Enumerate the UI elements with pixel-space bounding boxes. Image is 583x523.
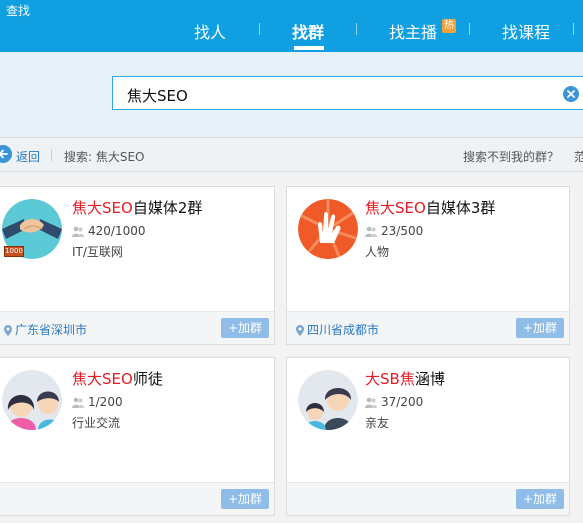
group-card[interactable]: 1000 焦大SEO自媒体2群 420/1000 IT/互联网 广东省深圳市 +… [0, 186, 275, 345]
members-icon [365, 226, 377, 237]
search-area: 焦大SEO [0, 52, 583, 137]
group-category: 亲友 [365, 416, 390, 430]
members-icon [72, 397, 84, 408]
clear-icon[interactable] [563, 86, 579, 102]
tab-find-people[interactable]: 找人 [194, 19, 226, 43]
member-count: 1/200 [72, 395, 123, 409]
join-group-button[interactable]: +加群 [221, 318, 269, 338]
window-title: 查找 [6, 4, 31, 18]
group-name[interactable]: 大SB焦涵博 [365, 368, 445, 389]
member-count: 23/500 [365, 224, 423, 238]
member-count: 420/1000 [72, 224, 146, 238]
join-group-button[interactable]: +加群 [516, 318, 564, 338]
search-input[interactable]: 焦大SEO [112, 76, 583, 110]
breadcrumb: 返回 搜索: 焦大SEO 搜索不到我的群？ 范 [0, 137, 583, 172]
breadcrumb-divider [51, 149, 52, 161]
group-category: 行业交流 [72, 416, 121, 430]
results-area: 1000 焦大SEO自媒体2群 420/1000 IT/互联网 广东省深圳市 +… [0, 172, 583, 523]
not-found-link[interactable]: 搜索不到我的群？ [463, 148, 559, 165]
join-group-button[interactable]: +加群 [516, 489, 564, 509]
members-icon [72, 226, 84, 237]
nav-divider [469, 23, 470, 35]
tab-find-groups[interactable]: 找群 [292, 19, 324, 43]
group-category: 人物 [365, 245, 390, 259]
location-pin-icon [296, 325, 304, 336]
group-name[interactable]: 焦大SEO自媒体3群 [365, 197, 495, 218]
tab-find-streamers[interactable]: 找主播 [389, 19, 437, 43]
card-footer: +加群 [0, 482, 274, 515]
group-card[interactable]: 焦大SEO自媒体3群 23/500 人物 四川省成都市 +加群 [286, 186, 570, 345]
group-name[interactable]: 焦大SEO自媒体2群 [72, 197, 202, 218]
card-footer: +加群 [287, 482, 569, 515]
nav-divider [259, 23, 260, 35]
search-summary: 搜索: 焦大SEO [64, 150, 145, 164]
nav-divider [573, 23, 574, 35]
group-card[interactable]: 焦大SEO师徒 1/200 行业交流 +加群 [0, 357, 275, 516]
nav-divider [356, 23, 357, 35]
back-arrow-icon[interactable] [0, 145, 12, 163]
location-pin-icon [4, 325, 12, 336]
tab-find-courses[interactable]: 找课程 [502, 19, 550, 43]
group-level-badge: 1000 [4, 246, 24, 257]
search-input-value[interactable]: 焦大SEO [127, 85, 188, 106]
group-location[interactable]: 广东省深圳市 [4, 321, 87, 338]
group-name[interactable]: 焦大SEO师徒 [72, 368, 163, 389]
truncated-link[interactable]: 范 [574, 148, 583, 165]
group-avatar [298, 370, 358, 430]
group-card[interactable]: 大SB焦涵博 37/200 亲友 +加群 [286, 357, 570, 516]
join-group-button[interactable]: +加群 [221, 489, 269, 509]
member-count: 37/200 [365, 395, 423, 409]
group-location[interactable]: 四川省成都市 [296, 321, 379, 338]
top-bar: 查找 找人 找群 找主播 热 找课程 [0, 0, 583, 52]
back-link[interactable]: 返回 [16, 148, 40, 165]
group-category: IT/互联网 [72, 245, 123, 259]
members-icon [365, 397, 377, 408]
active-tab-indicator [294, 46, 324, 50]
card-footer: 四川省成都市 +加群 [287, 311, 569, 344]
group-avatar [298, 199, 358, 259]
card-footer: 广东省深圳市 +加群 [0, 311, 274, 344]
hot-badge: 热 [442, 19, 456, 33]
group-avatar [2, 370, 62, 430]
